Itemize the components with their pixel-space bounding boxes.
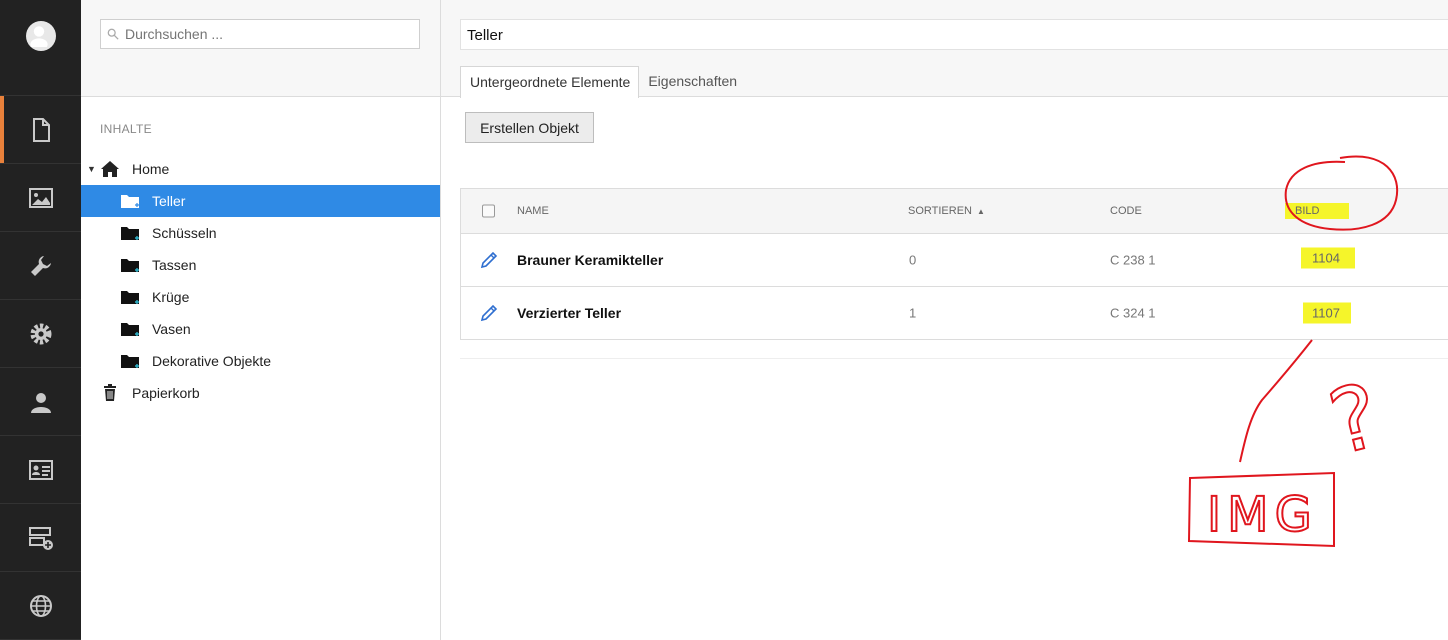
tab-child-elements[interactable]: Untergeordnete Elemente [460,66,640,98]
nav-documents[interactable] [0,96,81,164]
select-all-checkbox[interactable] [482,204,495,218]
row-name: Brauner Keramikteller [517,252,664,268]
tree-node-label: Dekorative Objekte [152,353,272,369]
document-icon [32,117,50,142]
tree-node-label: Tassen [152,257,197,273]
table-bottom-divider [460,358,1448,359]
avatar[interactable] [25,20,56,51]
folder-icon [121,323,139,336]
folder-icon [121,355,139,368]
create-object-button[interactable]: Erstellen Objekt [465,112,594,143]
folder-icon [121,227,139,240]
content-header: Teller Untergeordnete Elemente Eigenscha… [441,0,1448,98]
row-image-id: 1104 [1301,247,1355,269]
content-tree-panel: INHALTE ▼ Home Teller Schüsseln [81,0,441,640]
tree-node-label: Home [132,161,170,177]
home-icon [101,161,119,177]
table-row[interactable]: Verzierter Teller 1 C 324 1 1107 [461,287,1448,340]
tree-node-label: Teller [152,193,186,209]
page-title-field[interactable]: Teller [460,19,1448,50]
tree-node-label: Vasen [152,321,191,337]
main-navigation-rail [0,0,81,640]
edit-pencil-icon[interactable] [479,250,499,270]
sort-ascending-icon: ▲ [977,207,985,216]
column-header-image[interactable]: BILD [1285,203,1350,219]
wrench-icon [30,255,51,276]
column-header-code[interactable]: CODE [1110,205,1142,217]
user-icon [30,392,51,413]
edit-pencil-icon[interactable] [479,303,499,323]
nav-tools[interactable] [0,232,81,300]
image-icon [28,187,53,208]
tree-node-tassen[interactable]: Tassen [81,249,440,281]
highlighted-header-label: BILD [1285,203,1350,219]
gear-icon [30,323,51,344]
tree-node-kruege[interactable]: Krüge [81,281,440,313]
nav-sites[interactable] [0,572,81,640]
nav-assets[interactable] [0,164,81,232]
globe-icon [29,594,52,617]
tree-search-bar [81,0,440,97]
folder-icon [121,259,139,272]
app-window: INHALTE ▼ Home Teller Schüsseln [0,0,1448,640]
trash-icon [104,384,116,401]
search-box[interactable] [100,19,420,49]
column-header-name[interactable]: NAME [517,205,549,217]
tree-node-vasen[interactable]: Vasen [81,313,440,345]
nav-contacts[interactable] [0,436,81,504]
tab-bar: Untergeordnete Elemente Eigenschaften [460,66,745,98]
column-header-sort-label: SORTIEREN [908,205,972,217]
tree-node-dekorative-objekte[interactable]: Dekorative Objekte [81,345,440,377]
row-image-cell: 1107 [1303,302,1351,324]
tree-node-label: Schüsseln [152,225,217,241]
caret-down-icon[interactable]: ▼ [87,164,96,174]
nav-users[interactable] [0,368,81,436]
row-name: Verzierter Teller [517,305,622,321]
nav-layouts[interactable] [0,504,81,572]
row-image-id: 1107 [1303,302,1351,324]
tree-node-label: Papierkorb [132,385,200,401]
row-image-cell: 1104 [1301,247,1355,269]
row-sort: 1 [909,305,917,321]
search-input[interactable] [125,26,405,42]
tree-node-label: Krüge [152,289,190,305]
user-avatar-area [0,0,81,96]
folder-icon [121,291,139,304]
tree-node-home[interactable]: ▼ Home [81,153,440,185]
tree-node-schuesseln[interactable]: Schüsseln [81,217,440,249]
main-content: Teller Untergeordnete Elemente Eigenscha… [441,0,1448,640]
tree-node-teller[interactable]: Teller [81,185,440,217]
tree-node-trash[interactable]: Papierkorb [81,377,440,409]
section-label: INHALTE [100,122,152,136]
table-header-row: NAME SORTIEREN ▲ CODE BILD [461,189,1448,234]
id-card-icon [28,459,53,480]
child-elements-table: NAME SORTIEREN ▲ CODE BILD Brauner Keram… [460,188,1448,340]
layout-add-icon [28,526,53,550]
table-row[interactable]: Brauner Keramikteller 0 C 238 1 1104 [461,234,1448,287]
nav-settings[interactable] [0,300,81,368]
user-silhouette-icon [29,25,48,50]
row-sort: 0 [909,252,917,268]
search-icon [107,28,119,40]
row-code: C 324 1 [1110,305,1156,321]
column-header-sort[interactable]: SORTIEREN ▲ [908,205,985,217]
folder-icon [121,195,139,208]
tab-properties[interactable]: Eigenschaften [639,66,745,97]
row-code: C 238 1 [1110,252,1156,268]
